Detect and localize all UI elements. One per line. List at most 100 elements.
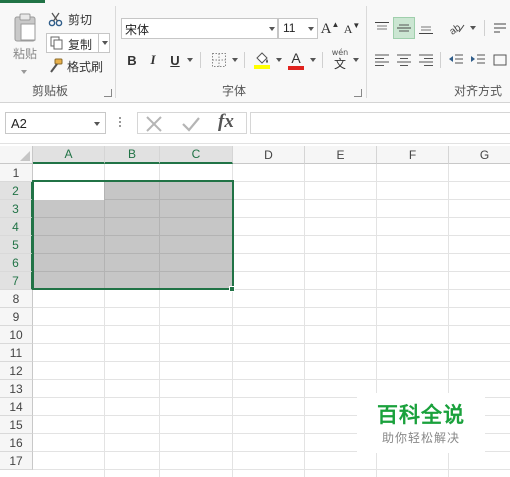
fill-color-button[interactable] — [251, 48, 273, 72]
borders-dropdown[interactable] — [232, 58, 238, 62]
align-bottom-icon — [419, 26, 433, 34]
copy-dropdown-caret[interactable] — [102, 41, 108, 45]
align-separator — [440, 52, 441, 68]
cancel-icon[interactable] — [145, 116, 163, 132]
font-color-button[interactable]: A — [285, 48, 307, 72]
align-right-button[interactable] — [416, 50, 436, 70]
row-header-15[interactable]: 15 — [0, 416, 33, 434]
phonetic-dropdown[interactable] — [353, 58, 359, 62]
row-header-14[interactable]: 14 — [0, 398, 33, 416]
watermark: 百科全说 助你轻松解决 — [357, 393, 485, 453]
clipboard-dialog-launcher[interactable] — [104, 89, 112, 97]
row-header-13[interactable]: 13 — [0, 380, 33, 398]
row-header-11[interactable]: 11 — [0, 344, 33, 362]
bold-button[interactable]: B — [123, 50, 141, 70]
grow-font-button[interactable]: A▲ — [321, 18, 340, 39]
align-middle-button[interactable] — [393, 17, 415, 39]
ribbon: 粘贴 剪切 复制 格式刷 剪贴板 宋体 11 A▲ A▼ B I U A wén… — [0, 0, 510, 103]
select-all-triangle-icon — [20, 151, 30, 161]
align-separator — [484, 20, 485, 36]
row-header-16[interactable]: 16 — [0, 434, 33, 452]
merge-center-button[interactable] — [492, 50, 508, 70]
cut-label: 剪切 — [68, 12, 93, 27]
column-header-a[interactable]: A — [33, 146, 105, 164]
paste-button[interactable]: 粘贴 — [6, 8, 44, 66]
enter-check-icon[interactable] — [181, 116, 201, 132]
font-name-select[interactable]: 宋体 — [121, 18, 278, 39]
file-tab-edge[interactable] — [0, 0, 45, 3]
formula-input[interactable] — [250, 112, 510, 134]
font-separator — [244, 52, 245, 68]
font-size-select[interactable]: 11 — [278, 18, 318, 39]
italic-button[interactable]: I — [144, 50, 162, 70]
underline-dropdown[interactable] — [187, 58, 193, 62]
watermark-subtitle: 助你轻松解决 — [381, 431, 460, 445]
scissors-icon — [48, 12, 63, 27]
bold-label: B — [127, 52, 137, 68]
select-all-corner[interactable] — [0, 146, 33, 164]
font-color-icon: A — [291, 49, 301, 66]
borders-button[interactable] — [208, 50, 230, 70]
clipboard-icon — [14, 13, 36, 41]
insert-function-icon[interactable]: fx — [218, 111, 234, 133]
shrink-font-button[interactable]: A▼ — [343, 18, 361, 39]
align-top-icon — [375, 22, 389, 30]
column-header-b[interactable]: B — [105, 146, 160, 164]
orientation-dropdown[interactable] — [470, 26, 476, 30]
increase-indent-icon — [471, 54, 485, 64]
row-header-8[interactable]: 8 — [0, 290, 33, 308]
font-size-value: 11 — [283, 21, 296, 35]
column-header-f[interactable]: F — [377, 146, 449, 164]
fill-handle[interactable] — [229, 286, 235, 292]
row-header-17[interactable]: 17 — [0, 452, 33, 470]
align-top-button[interactable] — [372, 18, 392, 38]
column-header-c[interactable]: C — [160, 146, 233, 164]
font-group-label: 字体 — [222, 84, 247, 98]
wrap-text-button[interactable] — [492, 18, 508, 38]
formula-bar-grip[interactable] — [119, 117, 121, 129]
row-header-12[interactable]: 12 — [0, 362, 33, 380]
font-color-swatch — [288, 65, 304, 70]
row-header-5[interactable]: 5 — [0, 236, 33, 254]
decrease-indent-button[interactable] — [446, 50, 466, 70]
align-bottom-button[interactable] — [416, 18, 436, 38]
row-header-7[interactable]: 7 — [0, 272, 33, 290]
cut-button[interactable]: 剪切 — [48, 10, 96, 28]
row-header-9[interactable]: 9 — [0, 308, 33, 326]
align-center-icon — [397, 54, 411, 66]
alignment-group-label: 对齐方式 — [454, 84, 503, 98]
name-box[interactable]: A2 — [5, 112, 106, 134]
row-header-2[interactable]: 2 — [0, 182, 33, 200]
paint-bucket-icon — [256, 52, 268, 64]
phonetic-button[interactable]: wén 文 — [329, 46, 351, 72]
row-header-6[interactable]: 6 — [0, 254, 33, 272]
wrap-text-icon — [494, 23, 506, 33]
font-dialog-launcher[interactable] — [354, 89, 362, 97]
paste-label: 粘贴 — [12, 46, 37, 61]
text-orientation-icon: ab — [448, 22, 465, 35]
copy-button[interactable]: 复制 — [46, 33, 110, 53]
font-color-dropdown[interactable] — [310, 58, 316, 62]
italic-label: I — [150, 52, 156, 67]
underline-button[interactable]: U — [166, 50, 184, 70]
column-header-e[interactable]: E — [305, 146, 377, 164]
row-header-10[interactable]: 10 — [0, 326, 33, 344]
row-header-4[interactable]: 4 — [0, 218, 33, 236]
format-painter-button[interactable]: 格式刷 — [48, 57, 108, 75]
column-header-d[interactable]: D — [233, 146, 305, 164]
row-header-3[interactable]: 3 — [0, 200, 33, 218]
borders-icon — [212, 53, 226, 67]
align-left-icon — [375, 54, 389, 66]
align-center-button[interactable] — [394, 50, 414, 70]
selection-border — [32, 180, 234, 290]
paste-dropdown[interactable] — [19, 70, 29, 76]
phonetic-pinyin: wén — [331, 47, 349, 57]
group-separator — [366, 6, 367, 98]
orientation-button[interactable]: ab — [446, 18, 468, 38]
underline-label: U — [170, 52, 180, 68]
align-left-button[interactable] — [372, 50, 392, 70]
row-header-1[interactable]: 1 — [0, 164, 33, 182]
increase-indent-button[interactable] — [468, 50, 488, 70]
fill-color-dropdown[interactable] — [276, 58, 282, 62]
column-header-g[interactable]: G — [449, 146, 510, 164]
